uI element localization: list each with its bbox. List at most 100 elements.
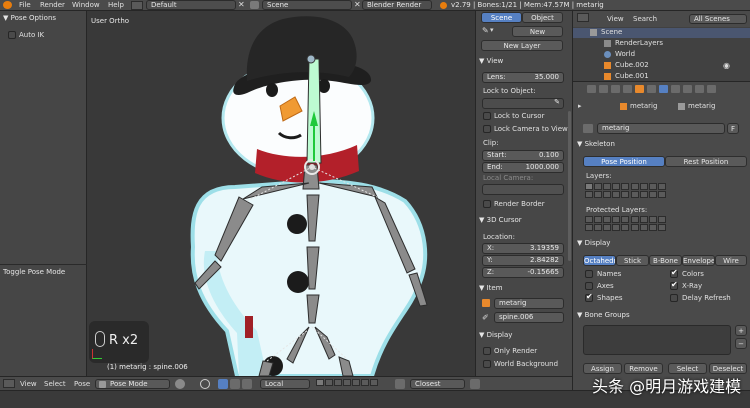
display-wire[interactable]: Wire — [715, 255, 747, 266]
cursor-y-field[interactable]: Y: 2.84282 — [482, 255, 564, 266]
cursor-z-field[interactable]: Z: -0.15665 — [482, 267, 564, 278]
menu-select-bottom[interactable]: Select — [44, 380, 66, 389]
prop-tab-bone-icon[interactable] — [671, 85, 680, 93]
display-section-header[interactable]: ▼ Display — [479, 331, 512, 340]
render-engine-select[interactable]: Blender Render — [362, 0, 432, 10]
skeleton-header[interactable]: ▼ Skeleton — [577, 140, 615, 149]
outliner-row-world[interactable]: World — [573, 50, 750, 60]
prop-tab-layers-icon[interactable] — [599, 85, 608, 93]
protected-layers-grid[interactable] — [585, 216, 745, 234]
editor-type-icon[interactable] — [3, 379, 15, 388]
render-preview-icon[interactable] — [470, 379, 480, 389]
new-layer-button[interactable]: New Layer — [481, 40, 563, 51]
local-camera-field[interactable] — [482, 184, 564, 195]
lens-field[interactable]: Lens: 35.000 — [482, 72, 564, 83]
prop-tab-object-icon[interactable] — [635, 85, 644, 93]
view-section-header[interactable]: ▼ View — [479, 57, 503, 66]
clip-end-field[interactable]: End: 1000.000 — [482, 162, 564, 173]
prop-tab-render-icon[interactable] — [587, 85, 596, 93]
layers-grid[interactable] — [585, 183, 745, 201]
screen-close-icon[interactable]: ✕ — [238, 0, 245, 9]
scene-close-icon[interactable]: ✕ — [354, 0, 361, 9]
menu-file[interactable]: File — [19, 1, 31, 10]
outliner-editor-icon[interactable] — [577, 13, 589, 22]
lock-to-cursor-checkbox[interactable] — [483, 112, 491, 120]
display-header[interactable]: ▼ Display — [577, 239, 610, 248]
menu-window[interactable]: Window — [72, 1, 100, 10]
tab-scene[interactable]: Scene — [481, 12, 522, 23]
item-bone-field[interactable]: spine.006 — [494, 312, 564, 323]
snap-target-select[interactable]: Closest — [410, 379, 465, 389]
manipulator-toggle-icon[interactable] — [218, 379, 228, 389]
armature-name-field[interactable]: metarig — [597, 123, 725, 134]
display-bbone[interactable]: B-Bone — [649, 255, 682, 266]
item-section-header[interactable]: ▼ Item — [479, 284, 503, 293]
display-envelope[interactable]: Envelope — [682, 255, 715, 266]
names-checkbox[interactable] — [585, 270, 593, 278]
menu-pose-bottom[interactable]: Pose — [74, 380, 90, 389]
outliner-filter-select[interactable]: All Scenes — [689, 14, 747, 24]
outliner-row-scene[interactable]: Scene — [573, 28, 750, 38]
shapes-checkbox[interactable] — [585, 292, 593, 302]
cursor-section-header[interactable]: ▼ 3D Cursor — [479, 216, 522, 225]
pivot-icon[interactable] — [200, 379, 210, 389]
pencil-icon[interactable]: ✎ — [482, 26, 489, 35]
scene-icon[interactable] — [250, 1, 259, 9]
prop-tab-armature-icon[interactable] — [659, 85, 668, 93]
translate-icon[interactable] — [230, 379, 240, 389]
cursor-x-field[interactable]: X: 3.19359 — [482, 243, 564, 254]
pose-position-button[interactable]: Pose Position — [583, 156, 665, 167]
world-background-checkbox[interactable] — [483, 360, 491, 368]
pose-options-header[interactable]: ▼ Pose Options — [3, 14, 56, 23]
shading-icon[interactable] — [175, 379, 185, 389]
rest-position-button[interactable]: Rest Position — [665, 156, 747, 167]
only-render-checkbox[interactable] — [483, 347, 491, 355]
pin-icon[interactable]: ▸ — [578, 102, 582, 110]
tab-object[interactable]: Object — [522, 12, 563, 23]
grease-pencil-dropdown-icon[interactable]: ▾ — [490, 26, 494, 34]
outliner-row-renderlayers[interactable]: RenderLayers — [573, 39, 750, 49]
scene-field[interactable]: Scene — [262, 0, 352, 10]
outliner-row-cube002[interactable]: Cube.002 ◉ — [573, 61, 750, 71]
colors-checkbox[interactable] — [670, 268, 678, 278]
prop-tab-scene-icon[interactable] — [611, 85, 620, 93]
new-button[interactable]: New — [512, 26, 563, 37]
prop-tab-physics-icon[interactable] — [707, 85, 716, 93]
layer-buttons[interactable] — [316, 379, 386, 389]
lock-object-field[interactable]: ✎ — [482, 98, 564, 109]
rotate-icon[interactable] — [242, 379, 252, 389]
mode-select[interactable]: Pose Mode — [95, 379, 170, 389]
menu-view-bottom[interactable]: View — [20, 380, 37, 389]
lock-object-eyedropper-icon[interactable]: ✎ — [554, 99, 560, 107]
prop-tab-bone-constraint-icon[interactable] — [683, 85, 692, 93]
auto-ik-checkbox[interactable] — [8, 31, 16, 39]
item-object-field[interactable]: metarig — [494, 298, 564, 309]
bone-groups-list[interactable] — [583, 325, 731, 355]
outliner-menu-search[interactable]: Search — [633, 15, 657, 24]
viewport-3d[interactable]: User Ortho R x2 (1) metarig: spine.006 — [87, 11, 475, 376]
bone-group-remove-button[interactable]: − — [735, 338, 747, 349]
clip-start-field[interactable]: Start: 0.100 — [482, 150, 564, 161]
prop-tab-world-icon[interactable] — [623, 85, 632, 93]
blender-logo-icon[interactable] — [3, 1, 12, 9]
render-border-checkbox[interactable] — [483, 200, 491, 208]
orientation-select[interactable]: Local — [260, 379, 310, 389]
menu-render[interactable]: Render — [40, 1, 65, 10]
fake-user-button[interactable]: F — [727, 123, 739, 134]
lock-camera-checkbox[interactable] — [483, 125, 491, 133]
display-octahedral[interactable]: Octahedr — [583, 255, 616, 266]
n-panel-scrollbar[interactable] — [568, 111, 571, 261]
delay-refresh-checkbox[interactable] — [670, 294, 678, 302]
outliner-menu-view[interactable]: View — [607, 15, 624, 24]
bone-groups-header[interactable]: ▼ Bone Groups — [577, 311, 630, 320]
cube002-visibility-icon[interactable]: ◉ — [723, 61, 730, 70]
display-stick[interactable]: Stick — [616, 255, 649, 266]
screen-layout-field[interactable]: Default — [146, 0, 236, 10]
prop-tab-texture-icon[interactable] — [695, 85, 704, 93]
prop-tab-constraints-icon[interactable] — [647, 85, 656, 93]
axes-checkbox[interactable] — [585, 282, 593, 290]
menu-help[interactable]: Help — [108, 1, 124, 10]
snap-magnet-icon[interactable] — [395, 379, 405, 389]
screen-layout-icon[interactable] — [131, 1, 143, 10]
bone-group-add-button[interactable]: + — [735, 325, 747, 336]
